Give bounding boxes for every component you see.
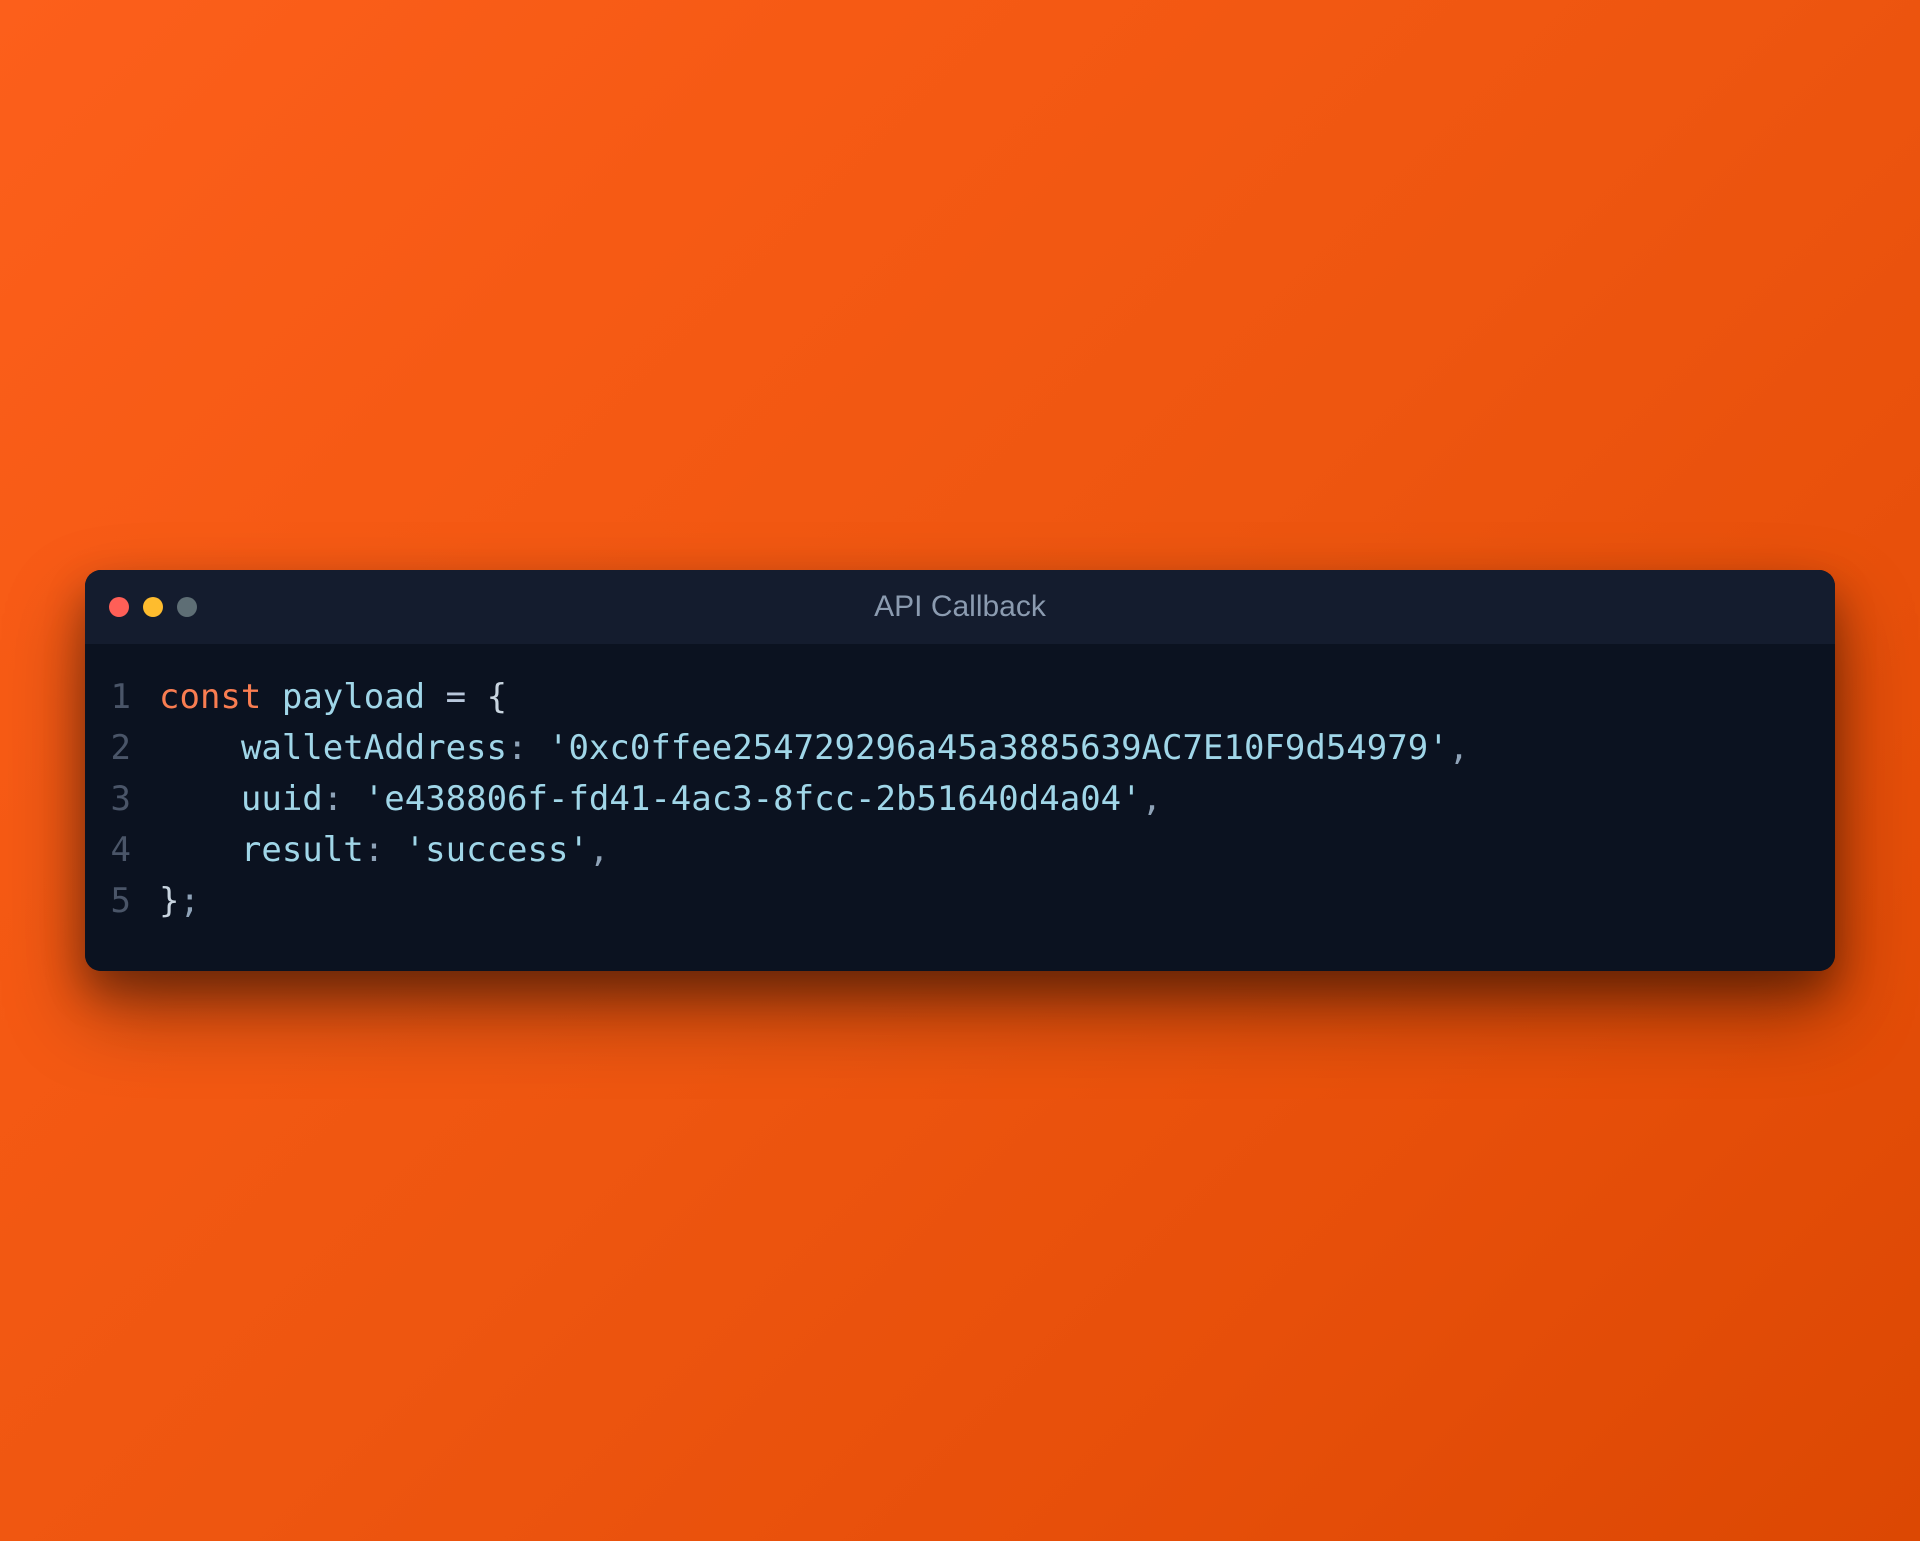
line-number-gutter: 1 2 3 4 5 [109, 672, 159, 927]
comma-token: , [1449, 728, 1469, 768]
titlebar: API Callback [85, 570, 1835, 644]
comma-token: , [589, 830, 609, 870]
line-number: 1 [109, 672, 131, 723]
maximize-icon[interactable] [177, 597, 197, 617]
code-line: walletAddress: '0xc0ffee254729296a45a388… [159, 723, 1811, 774]
colon-token: : [507, 728, 527, 768]
close-icon[interactable] [109, 597, 129, 617]
code-line: const payload = { [159, 672, 1811, 723]
operator-token: = [446, 677, 466, 717]
line-number: 5 [109, 876, 131, 927]
property-token: result [241, 830, 364, 870]
code-line: }; [159, 876, 1811, 927]
string-token: '0xc0ffee254729296a45a3885639AC7E10F9d54… [548, 728, 1449, 768]
line-number: 4 [109, 825, 131, 876]
line-number: 3 [109, 774, 131, 825]
code-line: result: 'success', [159, 825, 1811, 876]
keyword-token: const [159, 677, 261, 717]
colon-token: : [323, 779, 343, 819]
code-content: const payload = { walletAddress: '0xc0ff… [159, 672, 1811, 927]
property-token: walletAddress [241, 728, 507, 768]
semicolon-token: ; [179, 881, 199, 921]
colon-token: : [364, 830, 384, 870]
comma-token: , [1142, 779, 1162, 819]
code-line: uuid: 'e438806f-fd41-4ac3-8fcc-2b51640d4… [159, 774, 1811, 825]
minimize-icon[interactable] [143, 597, 163, 617]
string-token: 'success' [405, 830, 589, 870]
string-token: 'e438806f-fd41-4ac3-8fcc-2b51640d4a04' [364, 779, 1142, 819]
window-title: API Callback [109, 590, 1811, 624]
variable-token: payload [282, 677, 425, 717]
code-editor[interactable]: 1 2 3 4 5 const payload = { walletAddres… [85, 644, 1835, 971]
line-number: 2 [109, 723, 131, 774]
brace-token: { [487, 677, 507, 717]
traffic-lights [109, 597, 197, 617]
property-token: uuid [241, 779, 323, 819]
code-window: API Callback 1 2 3 4 5 const payload = {… [85, 570, 1835, 971]
brace-token: } [159, 881, 179, 921]
